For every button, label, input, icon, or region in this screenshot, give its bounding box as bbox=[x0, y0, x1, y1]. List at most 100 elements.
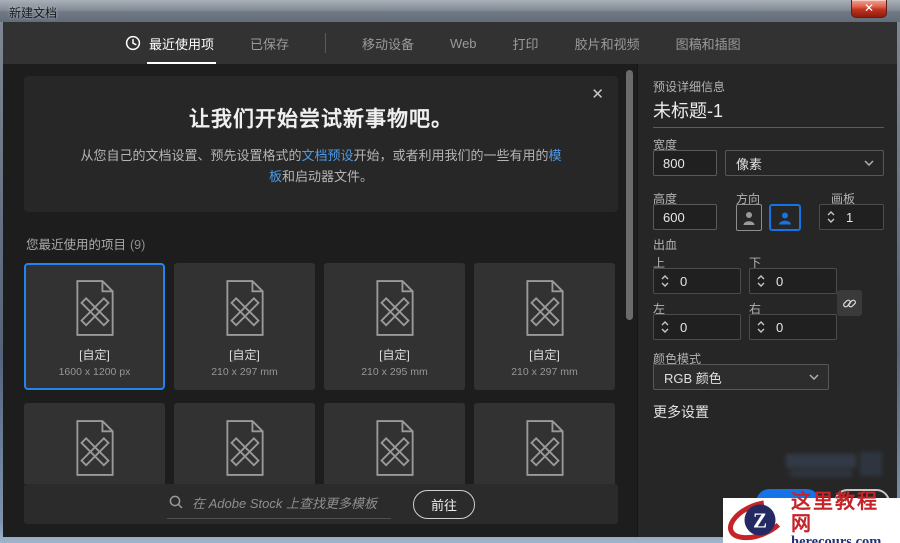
adobe-stock-bar: 在 Adobe Stock 上查找更多模板 前往 bbox=[24, 484, 618, 524]
bleed-right-value: 0 bbox=[776, 319, 784, 335]
color-mode-select[interactable]: RGB 颜色 bbox=[653, 364, 829, 390]
bleed-bottom-value: 0 bbox=[776, 273, 784, 289]
banner-body: 从您自己的文档设置、预先设置格式的文档预设开始，或者利用我们的一些有用的模板和启… bbox=[78, 145, 564, 188]
banner-text: 开始，或者利用我们的一些有用的 bbox=[353, 148, 549, 163]
bleed-top-value: 0 bbox=[680, 273, 688, 289]
tab-art-illustration[interactable]: 图稿和插图 bbox=[676, 34, 741, 53]
bleed-top-stepper[interactable]: 0 bbox=[653, 268, 741, 294]
recent-item-card[interactable] bbox=[24, 403, 165, 484]
panel-header: 预设详细信息 bbox=[653, 80, 726, 94]
preset-name: [自定] bbox=[529, 348, 560, 362]
more-settings-link[interactable]: 更多设置 bbox=[653, 402, 709, 422]
unit-select[interactable]: 像素 bbox=[725, 150, 884, 176]
document-icon bbox=[525, 420, 564, 476]
link-bleed-values-button[interactable] bbox=[837, 290, 862, 316]
color-mode-value: RGB 颜色 bbox=[664, 370, 722, 386]
document-icon bbox=[525, 280, 564, 336]
promo-banner: ✕ 让我们开始尝试新事物吧。 从您自己的文档设置、预先设置格式的文档预设开始，或… bbox=[24, 76, 618, 212]
artboard-value: 1 bbox=[846, 209, 854, 225]
bleed-label: 出血 bbox=[653, 238, 678, 252]
preset-name: [自定] bbox=[79, 348, 110, 362]
tab-label: 最近使用项 bbox=[146, 34, 217, 65]
window-close-button[interactable]: ✕ bbox=[851, 0, 887, 18]
new-document-dialog: 最近使用项 已保存 移动设备 Web 打印 胶片和视频 图稿和插图 ✕ 让我们开… bbox=[3, 22, 897, 537]
artboard-stepper[interactable]: 1 bbox=[819, 204, 884, 230]
preset-name: [自定] bbox=[379, 348, 410, 362]
preset-dimensions: 1600 x 1200 px bbox=[58, 366, 131, 378]
preset-dimensions: 210 x 297 mm bbox=[511, 366, 578, 378]
clock-icon bbox=[125, 35, 141, 51]
spinner-arrows-icon[interactable] bbox=[661, 275, 669, 287]
portrait-icon bbox=[743, 211, 755, 225]
landscape-icon bbox=[779, 212, 791, 224]
tab-print[interactable]: 打印 bbox=[513, 34, 539, 53]
recent-item-card[interactable]: [自定] 210 x 297 mm bbox=[474, 263, 615, 390]
recent-item-card[interactable]: [自定] 210 x 297 mm bbox=[174, 263, 315, 390]
site-name: 这里教程网 bbox=[791, 490, 879, 535]
chain-link-icon bbox=[843, 299, 856, 307]
tab-recent[interactable]: 最近使用项 bbox=[125, 34, 217, 65]
tab-mobile[interactable]: 移动设备 bbox=[362, 34, 414, 53]
document-icon bbox=[225, 280, 264, 336]
recent-count: (9) bbox=[130, 238, 146, 252]
bleed-left-stepper[interactable]: 0 bbox=[653, 314, 741, 340]
banner-text: 从您自己的文档设置、预先设置格式的 bbox=[80, 148, 302, 163]
document-icon bbox=[75, 420, 114, 476]
preset-category-tabbar: 最近使用项 已保存 移动设备 Web 打印 胶片和视频 图稿和插图 bbox=[3, 22, 897, 65]
close-icon: ✕ bbox=[863, 1, 875, 15]
tab-label: Web bbox=[450, 35, 477, 51]
site-logo-icon: Z bbox=[728, 499, 788, 541]
document-presets-link[interactable]: 文档预设 bbox=[301, 148, 353, 163]
width-input[interactable] bbox=[653, 150, 717, 176]
banner-close-icon[interactable]: ✕ bbox=[591, 85, 604, 103]
height-input[interactable] bbox=[653, 204, 717, 230]
tab-web[interactable]: Web bbox=[450, 36, 477, 51]
chevron-down-icon bbox=[864, 160, 874, 166]
bleed-left-value: 0 bbox=[680, 319, 688, 335]
recent-item-card[interactable] bbox=[324, 403, 465, 484]
tab-film-video[interactable]: 胶片和视频 bbox=[575, 34, 640, 53]
stock-search-input[interactable]: 在 Adobe Stock 上查找更多模板 bbox=[167, 490, 391, 519]
recent-row2-clipped bbox=[3, 403, 637, 484]
orientation-portrait-button[interactable] bbox=[736, 204, 762, 231]
search-placeholder: 在 Adobe Stock 上查找更多模板 bbox=[192, 495, 377, 511]
recent-item-card[interactable]: [自定] 1600 x 1200 px bbox=[24, 263, 165, 390]
tab-label: 图稿和插图 bbox=[675, 36, 741, 52]
tab-label: 已保存 bbox=[250, 36, 290, 52]
recent-item-card[interactable]: [自定] 210 x 295 mm bbox=[324, 263, 465, 390]
unit-value: 像素 bbox=[736, 156, 763, 172]
svg-text:Z: Z bbox=[753, 509, 767, 533]
orientation-landscape-button[interactable] bbox=[769, 204, 801, 231]
document-icon bbox=[375, 420, 414, 476]
bleed-right-stepper[interactable]: 0 bbox=[749, 314, 837, 340]
banner-text: 和启动器文件。 bbox=[282, 169, 374, 185]
tab-saved[interactable]: 已保存 bbox=[250, 34, 289, 53]
document-icon bbox=[375, 280, 414, 336]
divider bbox=[653, 127, 884, 128]
go-button[interactable]: 前往 bbox=[412, 489, 475, 519]
tab-label: 移动设备 bbox=[362, 36, 415, 52]
preset-dimensions: 210 x 297 mm bbox=[211, 366, 278, 378]
recent-section-title: 您最近使用的项目 (9) bbox=[26, 234, 145, 253]
site-watermark: Z 这里教程网 herecours.com bbox=[723, 491, 900, 543]
faint-watermark bbox=[786, 452, 883, 480]
tab-label: 胶片和视频 bbox=[574, 36, 640, 52]
recent-item-card[interactable] bbox=[474, 403, 615, 484]
recent-title-text: 您最近使用的项目 bbox=[26, 238, 127, 252]
preset-name: [自定] bbox=[229, 348, 260, 362]
window-titlebar: 新建文档 ✕ bbox=[0, 0, 900, 22]
spinner-arrows-icon[interactable] bbox=[827, 211, 835, 223]
vertical-scrollbar[interactable] bbox=[626, 70, 633, 320]
preset-details-panel: 预设详细信息 未标题-1 宽度 像素 高度 方向 画板 1 出血 上 bbox=[637, 64, 897, 537]
window-title: 新建文档 bbox=[9, 6, 58, 20]
recent-item-card[interactable] bbox=[174, 403, 315, 484]
document-name-field[interactable]: 未标题-1 bbox=[653, 97, 723, 123]
spinner-arrows-icon[interactable] bbox=[757, 321, 765, 333]
bleed-bottom-stepper[interactable]: 0 bbox=[749, 268, 837, 294]
spinner-arrows-icon[interactable] bbox=[661, 321, 669, 333]
spinner-arrows-icon[interactable] bbox=[757, 275, 765, 287]
preset-dimensions: 210 x 295 mm bbox=[361, 366, 428, 378]
tab-label: 打印 bbox=[512, 36, 539, 52]
document-icon bbox=[225, 420, 264, 476]
document-icon bbox=[75, 280, 114, 336]
